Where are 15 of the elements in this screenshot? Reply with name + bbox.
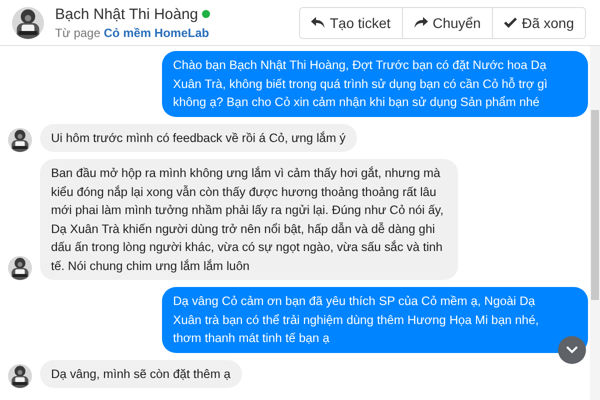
reply-arrow-icon (310, 16, 325, 28)
sent-message: Dạ vâng Cỏ cảm ơn bạn đã yêu thích SP của Cỏ mềm ạ, Ngoài Dạ Xuân trà bạn có thể trải nghiệm dùng thêm Hương Họa Mi bạn nhé, thơm thanh mát tinh tế bạn ạ (162, 287, 588, 352)
received-message: Ban đầu mở hộp ra mình không ưng lắm vì cảm thấy hơi gắt, nhưng mà kiểu đóng nắp lại xong vẫn còn thấy được hương thoảng thoảng rất lâu mới phai làm mình tưởng nhầm phải lấy ra ngửi lại. Đúng như Cỏ nói ấy, Dạ Xuân Trà khiến người dùng trở nên nổi bật, hấp dẫn và dễ dàng ghi dấu ấn trong lòng người khác, vừa có sự ngọt ngào, vừa sấu sắc và tinh tế. Nói chung chim ưng lắm lắm luôn (40, 159, 458, 280)
contact-name: Bạch Nhật Thi Hoàng (55, 6, 198, 22)
page-link[interactable]: Cỏ mềm HomeLab (104, 26, 210, 40)
source-label: Từ page (55, 26, 100, 40)
forward-arrow-icon (414, 16, 428, 28)
check-icon (504, 17, 517, 28)
sent-message: Chào bạn Bạch Nhật Thi Hoàng, Đợt Trước bạn có đặt Nước hoa Dạ Xuân Trà, không biết trong quá trình sử dụng bạn có cần Cỏ hỗ trợ gì không ạ? Bạn cho Cỏ xin cảm nhận khi bạn sử dụng Sản phẩm nhé (162, 51, 588, 116)
received-message: Dạ vâng, mình sẽ còn đặt thêm ạ (40, 360, 242, 388)
scroll-down-button[interactable] (558, 336, 586, 364)
scrollbar-thumb[interactable] (591, 110, 599, 300)
chevron-down-icon (566, 346, 578, 354)
done-button[interactable]: Đã xong (492, 8, 585, 38)
received-message: Ui hôm trước mình có feedback về rồi á Cỏ, ưng lắm ý (40, 124, 357, 152)
